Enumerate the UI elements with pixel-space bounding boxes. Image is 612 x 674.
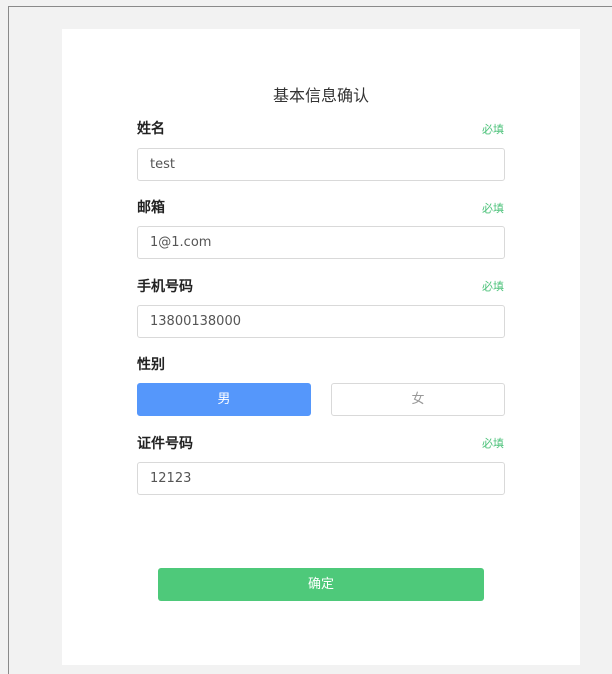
email-label: 邮箱: [137, 200, 165, 216]
page-title: 基本信息确认: [272, 86, 369, 105]
id-number-label: 证件号码: [137, 436, 193, 452]
gender-label: 性别: [137, 357, 165, 373]
email-required-tag: 必填: [482, 202, 504, 215]
phone-required-tag: 必填: [482, 280, 504, 293]
name-input[interactable]: [137, 148, 505, 181]
id-number-input[interactable]: [137, 462, 505, 495]
phone-label: 手机号码: [137, 279, 193, 295]
gender-female-button[interactable]: 女: [331, 383, 505, 416]
phone-input[interactable]: [137, 305, 505, 338]
confirm-button[interactable]: 确定: [158, 568, 484, 601]
app-frame: 基本信息确认 姓名 必填 邮箱 必填 手机号码 必填 性别 男 女 证件号码 必…: [8, 6, 612, 674]
gender-male-button[interactable]: 男: [137, 383, 311, 416]
email-input[interactable]: [137, 226, 505, 259]
name-required-tag: 必填: [482, 123, 504, 136]
name-label: 姓名: [137, 121, 165, 137]
form-card: 基本信息确认 姓名 必填 邮箱 必填 手机号码 必填 性别 男 女 证件号码 必…: [62, 29, 580, 665]
id-number-required-tag: 必填: [482, 437, 504, 450]
